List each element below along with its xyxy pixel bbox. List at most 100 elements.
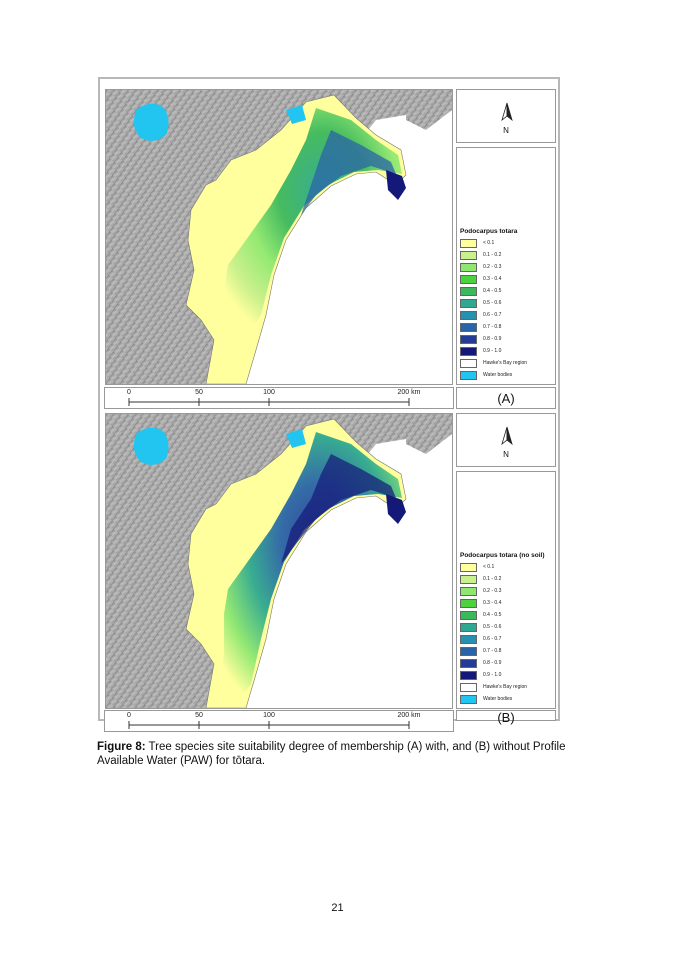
scale-bar-a: 0 50 100 200 km <box>104 387 454 409</box>
legend-swatch <box>460 562 477 572</box>
legend-item: 0.9 - 1.0 <box>460 670 501 680</box>
legend-item: 0.4 - 0.5 <box>460 286 501 296</box>
legend-label: 0.7 - 0.8 <box>483 648 502 654</box>
legend-swatch <box>460 346 477 356</box>
legend-label: 0.2 - 0.3 <box>483 264 502 270</box>
legend-swatch <box>460 610 477 620</box>
page-number: 21 <box>331 902 344 914</box>
legend-label: < 0.1 <box>483 240 495 246</box>
legend-item: 0.1 - 0.2 <box>460 574 501 584</box>
legend-swatch <box>460 682 477 692</box>
legend-label: 0.1 - 0.2 <box>483 252 502 258</box>
legend-label: 0.8 - 0.9 <box>483 660 502 666</box>
legend-item: 0.7 - 0.8 <box>460 322 501 332</box>
figure-frame: 0 50 100 200 km N Podocarpus totara < 0.… <box>98 77 560 732</box>
legend-swatch <box>460 286 477 296</box>
legend-label: 0.2 - 0.3 <box>483 588 502 594</box>
legend-item: 0.2 - 0.3 <box>460 262 501 272</box>
legend-item: < 0.1 <box>460 238 494 248</box>
scale-label: 0 <box>127 389 131 396</box>
legend-swatch <box>460 370 477 380</box>
panel-label: (A) <box>497 391 515 406</box>
scale-label: 100 <box>263 712 275 719</box>
caption-text: Tree species site suitability degree of … <box>97 741 566 767</box>
legend-label: 0.3 - 0.4 <box>483 600 502 606</box>
legend-label: 0.4 - 0.5 <box>483 288 502 294</box>
legend-item: Hawke's Bay region <box>460 682 527 692</box>
legend-swatch <box>460 574 477 584</box>
legend-swatch <box>460 586 477 596</box>
scale-label: 50 <box>195 389 203 396</box>
lake-taupo <box>133 103 169 141</box>
panel-label-box-b: (B) <box>456 710 556 725</box>
legend-item: 0.5 - 0.6 <box>460 298 501 308</box>
scale-label: 100 <box>263 389 275 396</box>
legend-label: 0.3 - 0.4 <box>483 276 502 282</box>
scale-label: 0 <box>127 712 131 719</box>
legend-swatch <box>460 262 477 272</box>
legend-swatch <box>460 634 477 644</box>
legend-swatch <box>460 238 477 248</box>
north-label: N <box>503 126 509 135</box>
figure-caption: Figure 8: Tree species site suitability … <box>97 740 587 768</box>
map-panel-b <box>105 413 453 709</box>
north-label: N <box>503 450 509 459</box>
scale-label: 200 km <box>397 712 421 719</box>
legend-item: 0.6 - 0.7 <box>460 634 501 644</box>
legend-item: Hawke's Bay region <box>460 358 527 368</box>
lake-taupo <box>133 427 169 465</box>
scale-label: 50 <box>195 712 203 719</box>
legend-item: 0.5 - 0.6 <box>460 622 501 632</box>
legend-item: 0.8 - 0.9 <box>460 334 501 344</box>
north-arrow-box-b: N <box>456 413 556 467</box>
legend-swatch <box>460 622 477 632</box>
legend-item: 0.4 - 0.5 <box>460 610 501 620</box>
legend-swatch <box>460 334 477 344</box>
legend-item: 0.9 - 1.0 <box>460 346 501 356</box>
legend-swatch <box>460 274 477 284</box>
north-arrow-icon <box>501 102 513 122</box>
legend-label: 0.4 - 0.5 <box>483 612 502 618</box>
legend-label: 0.9 - 1.0 <box>483 348 502 354</box>
legend-swatch <box>460 322 477 332</box>
legend-label: 0.8 - 0.9 <box>483 336 502 342</box>
legend-label: 0.9 - 1.0 <box>483 672 502 678</box>
legend-item: Water bodies <box>460 694 512 704</box>
legend-label: 0.6 - 0.7 <box>483 312 502 318</box>
legend-label: Hawke's Bay region <box>483 684 528 690</box>
legend-label: 0.5 - 0.6 <box>483 624 502 630</box>
legend-item: 0.6 - 0.7 <box>460 310 501 320</box>
legend-label: 0.1 - 0.2 <box>483 576 502 582</box>
legend-label: 0.5 - 0.6 <box>483 300 502 306</box>
scale-bar-b: 0 50 100 200 km <box>104 710 454 732</box>
map-panel-a <box>105 89 453 385</box>
legend-label: 0.6 - 0.7 <box>483 636 502 642</box>
legend-swatch <box>460 670 477 680</box>
legend-item: 0.2 - 0.3 <box>460 586 501 596</box>
legend-title: Podocarpus totara (no soil) <box>460 552 545 559</box>
legend-swatch <box>460 310 477 320</box>
legend-a: Podocarpus totara < 0.1 0.1 - 0.2 0.2 - … <box>456 147 556 385</box>
legend-label: Water bodies <box>483 372 513 378</box>
legend-swatch <box>460 250 477 260</box>
north-arrow-box-a: N <box>456 89 556 143</box>
legend-swatch <box>460 658 477 668</box>
legend-swatch <box>460 694 477 704</box>
legend-b: Podocarpus totara (no soil) < 0.1 0.1 - … <box>456 471 556 709</box>
legend-item: < 0.1 <box>460 562 494 572</box>
panel-label-box-a: (A) <box>456 387 556 409</box>
legend-item: 0.8 - 0.9 <box>460 658 501 668</box>
legend-swatch <box>460 298 477 308</box>
legend-label: 0.7 - 0.8 <box>483 324 502 330</box>
legend-label: < 0.1 <box>483 564 495 570</box>
scale-label: 200 km <box>397 389 421 396</box>
legend-label: Water bodies <box>483 696 513 702</box>
legend-item: Water bodies <box>460 370 512 380</box>
north-arrow-icon <box>501 426 513 446</box>
legend-swatch <box>460 358 477 368</box>
legend-swatch <box>460 598 477 608</box>
legend-item: 0.1 - 0.2 <box>460 250 501 260</box>
caption-lead: Figure 8: <box>97 741 146 753</box>
panel-label: (B) <box>497 710 515 725</box>
map-a-graphic <box>106 90 452 384</box>
